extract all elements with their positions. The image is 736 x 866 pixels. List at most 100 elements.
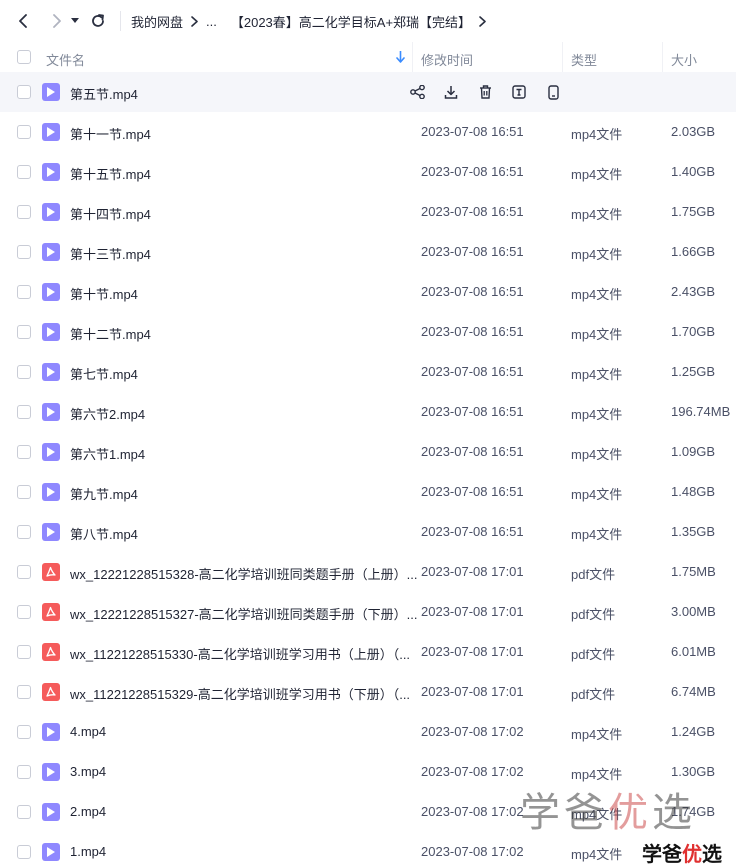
file-name[interactable]: 1.mp4 <box>70 844 106 859</box>
file-modified: 2023-07-08 16:51 <box>421 244 524 259</box>
file-name[interactable]: wx_11221228515329-高二化学培训班学习用书（下册）（... <box>70 684 410 703</box>
sort-arrow-icon[interactable] <box>396 51 405 66</box>
forward-button[interactable] <box>44 9 68 33</box>
column-header-name[interactable]: 文件名 <box>46 50 85 69</box>
column-header-type[interactable]: 类型 <box>571 50 597 69</box>
file-name[interactable]: 第十一节.mp4 <box>70 124 151 143</box>
video-file-icon <box>42 843 60 861</box>
file-modified: 2023-07-08 16:51 <box>421 164 524 179</box>
select-all-checkbox[interactable] <box>17 50 31 64</box>
row-checkbox[interactable] <box>17 445 31 459</box>
file-name[interactable]: 第十二节.mp4 <box>70 324 151 343</box>
row-checkbox[interactable] <box>17 325 31 339</box>
file-type: mp4文件 <box>571 487 623 502</box>
row-checkbox[interactable] <box>17 605 31 619</box>
file-name[interactable]: wx_12221228515328-高二化学培训班同类题手册（上册）... <box>70 564 418 583</box>
table-row[interactable]: 第十节.mp4 2023-07-08 16:51 mp4文件 2.43GB <box>0 272 736 312</box>
column-divider[interactable] <box>412 42 413 72</box>
row-checkbox[interactable] <box>17 85 31 99</box>
table-row[interactable]: wx_12221228515327-高二化学培训班同类题手册（下册）... 202… <box>0 592 736 632</box>
file-name[interactable]: 第十四节.mp4 <box>70 204 151 223</box>
breadcrumb-root[interactable]: 我的网盘 <box>131 12 183 31</box>
share-button[interactable] <box>400 83 434 101</box>
row-checkbox[interactable] <box>17 685 31 699</box>
breadcrumb-ellipsis[interactable]: ... <box>206 14 217 29</box>
file-name[interactable]: 第七节.mp4 <box>70 364 138 383</box>
table-row[interactable]: 第十五节.mp4 2023-07-08 16:51 mp4文件 1.40GB <box>0 152 736 192</box>
column-divider[interactable] <box>662 42 663 72</box>
table-row[interactable]: 第六节2.mp4 2023-07-08 16:51 mp4文件 196.74MB <box>0 392 736 432</box>
table-row[interactable]: 第七节.mp4 2023-07-08 16:51 mp4文件 1.25GB <box>0 352 736 392</box>
file-name[interactable]: 第六节2.mp4 <box>70 404 145 423</box>
row-checkbox[interactable] <box>17 525 31 539</box>
file-size: 6.74MB <box>671 684 716 699</box>
pdf-file-icon <box>42 683 60 701</box>
file-name[interactable]: 第六节1.mp4 <box>70 444 145 463</box>
video-file-icon <box>42 283 60 301</box>
file-name[interactable]: 第八节.mp4 <box>70 524 138 543</box>
table-row[interactable]: 第十四节.mp4 2023-07-08 16:51 mp4文件 1.75GB <box>0 192 736 232</box>
table-row[interactable]: 第十三节.mp4 2023-07-08 16:51 mp4文件 1.66GB <box>0 232 736 272</box>
back-button[interactable] <box>12 9 36 33</box>
table-row[interactable]: wx_11221228515330-高二化学培训班学习用书（上册）（... 202… <box>0 632 736 672</box>
file-name[interactable]: 第十三节.mp4 <box>70 244 151 263</box>
video-file-icon <box>42 803 60 821</box>
table-row[interactable]: 第十二节.mp4 2023-07-08 16:51 mp4文件 1.70GB <box>0 312 736 352</box>
row-checkbox[interactable] <box>17 245 31 259</box>
file-size: 196.74MB <box>671 404 731 419</box>
table-row[interactable]: 第八节.mp4 2023-07-08 16:51 mp4文件 1.35GB <box>0 512 736 552</box>
row-checkbox[interactable] <box>17 725 31 739</box>
row-checkbox[interactable] <box>17 845 31 859</box>
table-row[interactable]: 4.mp4 2023-07-08 17:02 mp4文件 1.24GB <box>0 712 736 752</box>
column-divider[interactable] <box>562 42 563 72</box>
file-name[interactable]: 4.mp4 <box>70 724 106 739</box>
table-row[interactable]: 第六节1.mp4 2023-07-08 16:51 mp4文件 1.09GB <box>0 432 736 472</box>
pdf-file-icon <box>42 603 60 621</box>
breadcrumb-expand-icon[interactable] <box>479 15 486 27</box>
file-modified: 2023-07-08 16:51 <box>421 404 524 419</box>
table-row[interactable]: wx_12221228515328-高二化学培训班同类题手册（上册）... 202… <box>0 552 736 592</box>
refresh-button[interactable] <box>86 9 110 33</box>
download-button[interactable] <box>434 83 468 101</box>
breadcrumb-separator-icon <box>191 15 198 27</box>
row-checkbox[interactable] <box>17 565 31 579</box>
file-name[interactable]: 第十节.mp4 <box>70 284 138 303</box>
file-name[interactable]: 第十五节.mp4 <box>70 164 151 183</box>
row-checkbox[interactable] <box>17 805 31 819</box>
file-name[interactable]: 第九节.mp4 <box>70 484 138 503</box>
file-list: 第五节.mp4 第十一节.mp4 2023-07-08 16:51 mp4文件 2.0… <box>0 72 736 866</box>
video-file-icon <box>42 763 60 781</box>
file-name[interactable]: 3.mp4 <box>70 764 106 779</box>
table-row[interactable]: 第五节.mp4 <box>0 72 736 112</box>
column-header-size[interactable]: 大小 <box>671 50 697 69</box>
file-size: 2.43GB <box>671 284 716 299</box>
row-checkbox[interactable] <box>17 405 31 419</box>
table-row[interactable]: 第十一节.mp4 2023-07-08 16:51 mp4文件 2.03GB <box>0 112 736 152</box>
file-name[interactable]: wx_12221228515327-高二化学培训班同类题手册（下册）... <box>70 604 418 623</box>
breadcrumb-current[interactable]: 【2023春】高二化学目标A+郑瑞【完结】 <box>231 12 471 31</box>
file-type: mp4文件 <box>571 727 623 742</box>
table-row[interactable]: 第九节.mp4 2023-07-08 16:51 mp4文件 1.48GB <box>0 472 736 512</box>
delete-button[interactable] <box>468 83 502 101</box>
file-name[interactable]: 2.mp4 <box>70 804 106 819</box>
file-name[interactable]: wx_11221228515330-高二化学培训班学习用书（上册）（... <box>70 644 410 663</box>
file-name[interactable]: 第五节.mp4 <box>70 84 138 103</box>
history-dropdown-button[interactable] <box>68 9 82 33</box>
row-checkbox[interactable] <box>17 765 31 779</box>
row-checkbox[interactable] <box>17 125 31 139</box>
column-header-modified[interactable]: 修改时间 <box>421 50 473 69</box>
rename-button[interactable] <box>502 83 536 101</box>
file-type: mp4文件 <box>571 527 623 542</box>
send-to-phone-button[interactable] <box>536 83 570 101</box>
table-row[interactable]: wx_11221228515329-高二化学培训班学习用书（下册）（... 202… <box>0 672 736 712</box>
file-modified: 2023-07-08 17:01 <box>421 644 524 659</box>
row-checkbox[interactable] <box>17 285 31 299</box>
row-checkbox[interactable] <box>17 165 31 179</box>
row-checkbox[interactable] <box>17 485 31 499</box>
file-type: pdf文件 <box>571 567 616 582</box>
row-checkbox[interactable] <box>17 205 31 219</box>
row-checkbox[interactable] <box>17 645 31 659</box>
row-checkbox[interactable] <box>17 365 31 379</box>
file-size: 1.25GB <box>671 364 716 379</box>
file-size: 1.66GB <box>671 244 716 259</box>
